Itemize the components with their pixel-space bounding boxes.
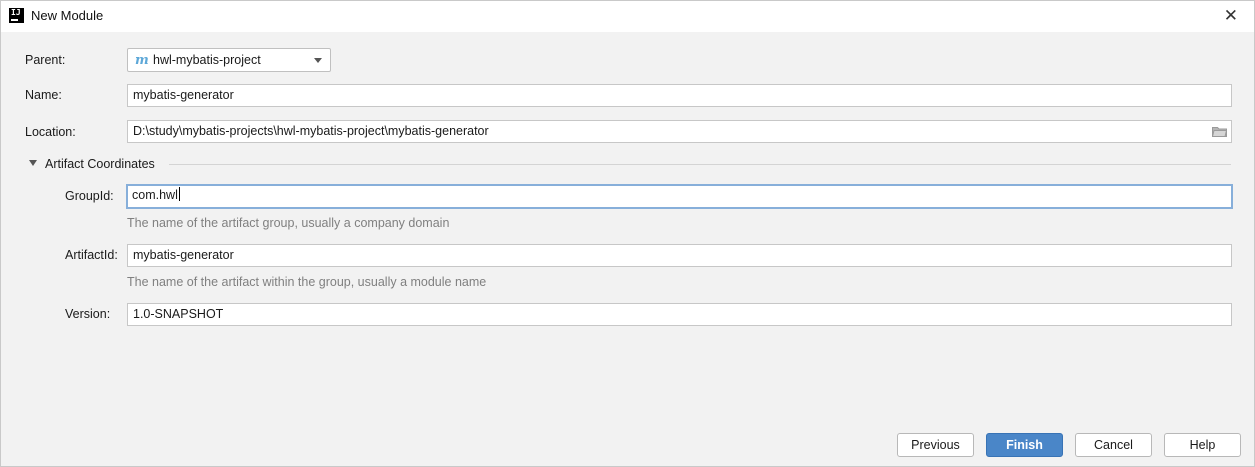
artifactid-hint: The name of the artifact within the grou…: [127, 275, 487, 289]
collapse-arrow-icon[interactable]: [29, 160, 37, 166]
cancel-button[interactable]: Cancel: [1075, 433, 1152, 457]
title-bar: IJ New Module ✕: [1, 1, 1254, 32]
section-divider: [169, 164, 1231, 165]
intellij-icon: IJ: [9, 8, 24, 23]
version-input[interactable]: 1.0-SNAPSHOT: [127, 303, 1232, 326]
text-caret: [178, 187, 180, 201]
parent-value: hwl-mybatis-project: [153, 53, 261, 67]
groupid-value: com.hwl: [132, 188, 178, 202]
artifactid-label: ArtifactId:: [65, 248, 118, 262]
location-value: D:\study\mybatis-projects\hwl-mybatis-pr…: [133, 124, 489, 138]
previous-button[interactable]: Previous: [897, 433, 974, 457]
new-module-dialog: IJ New Module ✕ Parent: m hwl-mybatis-pro…: [0, 0, 1255, 467]
groupid-input[interactable]: com.hwl: [126, 184, 1233, 209]
location-input[interactable]: D:\study\mybatis-projects\hwl-mybatis-pr…: [127, 120, 1232, 143]
artifact-section-title[interactable]: Artifact Coordinates: [45, 157, 155, 171]
groupid-label: GroupId:: [65, 189, 114, 203]
name-input[interactable]: mybatis-generator: [127, 84, 1232, 107]
maven-icon: m: [135, 53, 149, 68]
name-label: Name:: [25, 88, 62, 102]
version-label: Version:: [65, 307, 111, 321]
parent-label: Parent:: [25, 53, 66, 67]
parent-dropdown[interactable]: m hwl-mybatis-project: [127, 48, 331, 72]
finish-button[interactable]: Finish: [986, 433, 1063, 457]
location-label: Location:: [25, 125, 76, 139]
groupid-hint: The name of the artifact group, usually …: [127, 216, 450, 230]
chevron-down-icon: [314, 58, 322, 63]
dialog-title: New Module: [31, 8, 104, 23]
folder-icon[interactable]: [1212, 126, 1227, 137]
artifactid-input[interactable]: mybatis-generator: [127, 244, 1232, 267]
close-icon[interactable]: ✕: [1224, 6, 1238, 26]
help-button[interactable]: Help: [1164, 433, 1241, 457]
